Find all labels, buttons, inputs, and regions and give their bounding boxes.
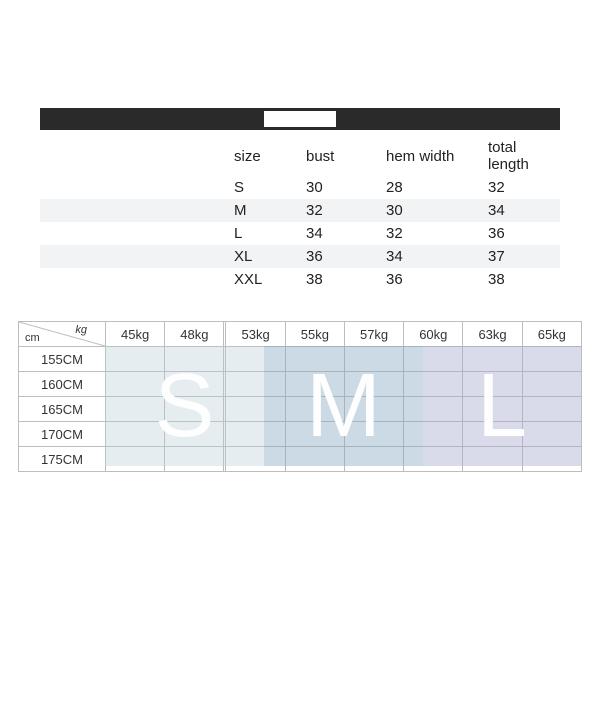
- size-row: XXL383638: [40, 268, 560, 291]
- reco-col: 53kg: [226, 322, 285, 347]
- reco-col: 57kg: [344, 322, 403, 347]
- size-header-row: size bust hem width total length: [40, 136, 560, 176]
- reco-col: 63kg: [463, 322, 522, 347]
- reco-header-row: kg cm 45kg 48kg 53kg 55kg 57kg 60kg 63kg…: [19, 322, 582, 347]
- reco-col: 60kg: [404, 322, 463, 347]
- reco-col: 65kg: [522, 322, 581, 347]
- reco-row-header: 170CM: [19, 422, 106, 447]
- col-hem: hem width: [380, 136, 482, 176]
- col-size: size: [228, 136, 300, 176]
- reco-row: 160CM: [19, 372, 582, 397]
- col-bust: bust: [300, 136, 380, 176]
- reco-col: 48kg: [165, 322, 224, 347]
- size-row: M323034: [40, 199, 560, 222]
- reco-row-header: 165CM: [19, 397, 106, 422]
- reco-row-header: 175CM: [19, 447, 106, 472]
- reco-row: 165CM: [19, 397, 582, 422]
- size-table: size bust hem width total length S302832…: [40, 136, 560, 291]
- reco-row: 175CM: [19, 447, 582, 472]
- corner-cell: kg cm: [19, 322, 106, 347]
- reco-col: 45kg: [106, 322, 165, 347]
- row-unit: cm: [25, 332, 40, 344]
- size-row: XL363437: [40, 245, 560, 268]
- size-row: S302832: [40, 176, 560, 199]
- reco-row: 155CM: [19, 347, 582, 372]
- banner-slot: [264, 111, 336, 127]
- reco-col: 55kg: [285, 322, 344, 347]
- col-total-length: total length: [482, 136, 560, 176]
- reco-row-header: 155CM: [19, 347, 106, 372]
- col-unit: kg: [75, 324, 87, 336]
- reco-row: 170CM: [19, 422, 582, 447]
- recommendation-table: kg cm 45kg 48kg 53kg 55kg 57kg 60kg 63kg…: [18, 321, 582, 472]
- reco-row-header: 160CM: [19, 372, 106, 397]
- banner-bar: [40, 108, 560, 130]
- size-row: L343236: [40, 222, 560, 245]
